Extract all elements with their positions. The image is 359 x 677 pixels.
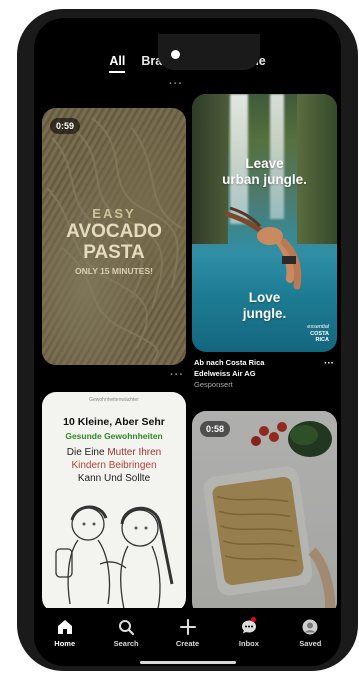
woman-figure xyxy=(224,206,302,290)
sponsored-label: Gesponsert xyxy=(194,379,233,389)
pasta-subtitle: ONLY 15 MINUTES! xyxy=(75,266,153,276)
habits-title-line2: Gesunde Gewohnheiten xyxy=(65,431,163,441)
habits-line4: Kindern Beibringen xyxy=(71,460,157,471)
pin-caption: Gewohnheitenwächter xyxy=(89,397,139,403)
nav-inbox[interactable]: Inbox xyxy=(218,608,279,666)
tab-all[interactable]: All xyxy=(109,54,126,73)
more-options-icon[interactable]: ··· xyxy=(169,78,183,90)
habits-title-line1: 10 Kleine, Aber Sehr xyxy=(63,416,165,428)
pasta-title-line1: EASY xyxy=(92,206,136,221)
ad-advertiser[interactable]: Edelweiss Air AG xyxy=(194,369,340,380)
habits-line3: Die Eine Mutter Ihren xyxy=(66,447,162,458)
pin-more-icon[interactable]: ··· xyxy=(170,369,184,381)
ad-headline-line2: urban jungle. xyxy=(222,172,307,187)
pin-avocado-pasta[interactable]: 0:59 EASY AVOCADO PASTA ONLY 15 MINUTES! xyxy=(42,108,186,365)
home-icon xyxy=(57,618,73,636)
pin-costa-rica-ad[interactable]: Leave urban jungle. Love jungle. essenti… xyxy=(192,94,337,352)
app-screen: All Branding Storyline ··· 0:59 EASY AVO… xyxy=(34,18,341,666)
pin-healthy-habits[interactable]: Gewohnheitenwächter 10 Kleine, Aber Sehr… xyxy=(42,392,186,612)
ad-more-icon[interactable]: ··· xyxy=(324,358,334,369)
search-icon xyxy=(118,618,135,636)
nav-home[interactable]: Home xyxy=(34,608,95,666)
costa-rica-logo: essential COSTA RICA xyxy=(307,324,329,344)
nav-inbox-label: Inbox xyxy=(238,639,259,648)
nav-search-label: Search xyxy=(113,639,139,648)
ad-headline-line1: Leave xyxy=(245,156,284,171)
pin-pasta-bake[interactable]: 0:58 xyxy=(192,411,337,616)
ad-title[interactable]: Ab nach Costa Rica xyxy=(194,358,340,369)
bottom-navigation: Home Search Create Inbox Saved xyxy=(34,608,341,666)
nav-home-label: Home xyxy=(54,639,76,648)
nav-create[interactable]: Create xyxy=(157,608,218,666)
plus-icon xyxy=(179,618,196,636)
food-overlay xyxy=(192,411,337,616)
ad-info: Ab nach Costa Rica Edelweiss Air AG Gesp… xyxy=(194,358,340,391)
pasta-title-line3: PASTA xyxy=(83,242,145,263)
video-duration-badge: 0:58 xyxy=(200,421,231,437)
nav-create-label: Create xyxy=(175,639,200,648)
pasta-title-line2: AVOCADO xyxy=(66,221,162,242)
avatar-icon xyxy=(302,618,318,636)
camera-dot xyxy=(171,50,180,59)
nav-saved-label: Saved xyxy=(299,639,322,648)
video-duration-badge: 0:59 xyxy=(50,118,81,134)
home-indicator[interactable] xyxy=(140,661,236,664)
nav-search[interactable]: Search xyxy=(95,608,156,666)
nav-saved[interactable]: Saved xyxy=(280,608,341,666)
habits-line5: Kann Und Sollte xyxy=(77,473,151,484)
ad-tagline-line2: jungle. xyxy=(242,306,287,321)
ad-tagline-line1: Love xyxy=(248,290,281,305)
manga-illustration xyxy=(55,505,174,610)
